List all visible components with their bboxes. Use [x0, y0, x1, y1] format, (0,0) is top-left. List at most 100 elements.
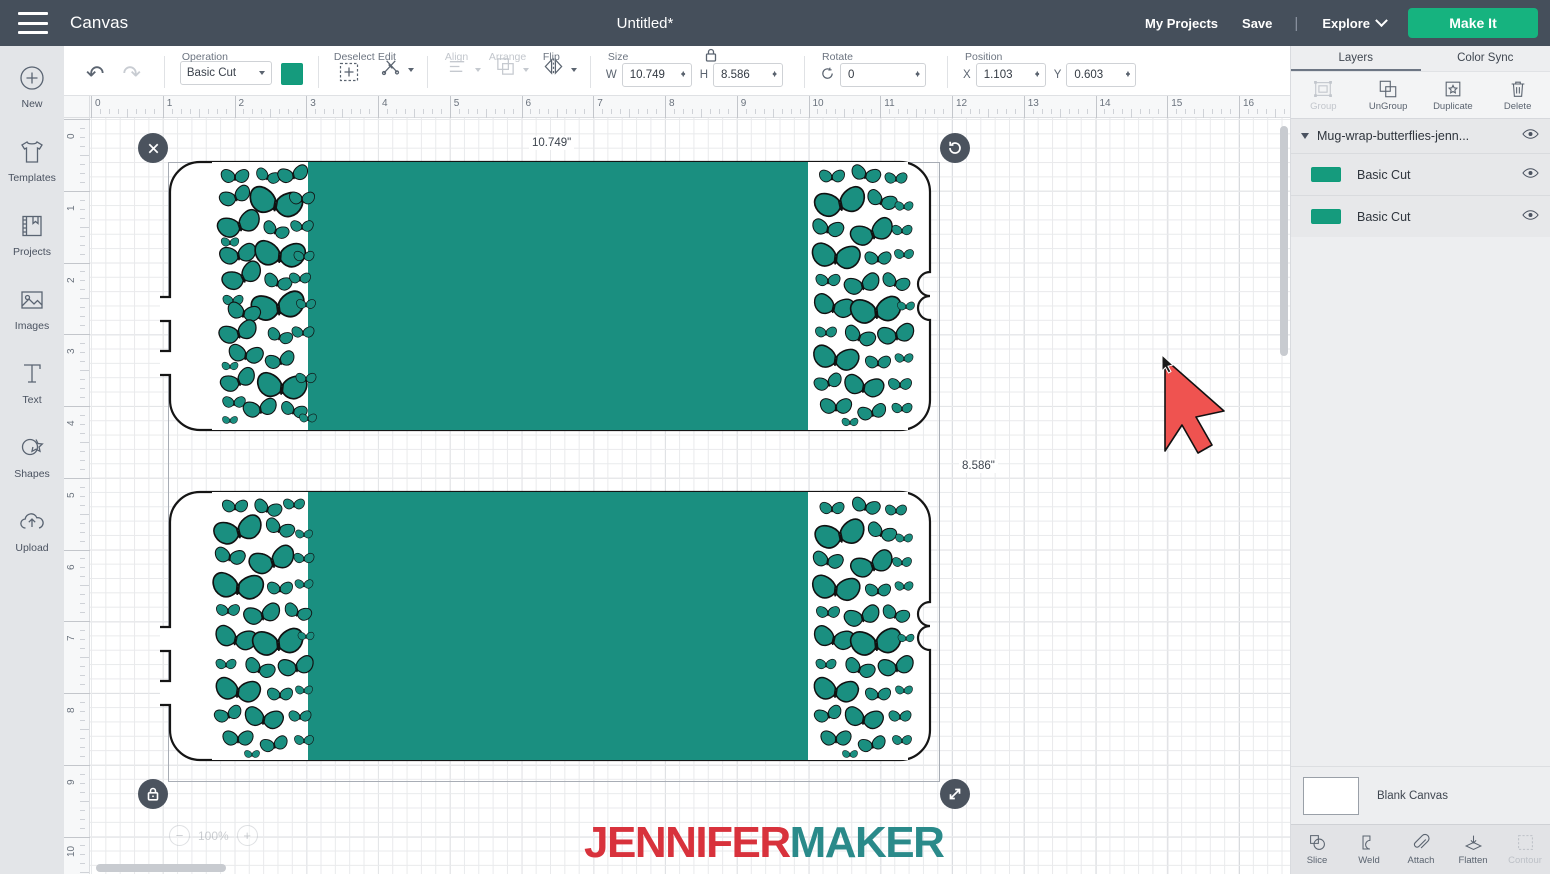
horizontal-scrollbar[interactable]: [96, 864, 226, 872]
vertical-scrollbar[interactable]: [1280, 126, 1288, 356]
delete-button[interactable]: Delete: [1485, 72, 1550, 118]
mug-wrap-artwork[interactable]: [160, 154, 960, 794]
ruler-major-tick: [234, 96, 236, 118]
tab-layers[interactable]: Layers: [1291, 46, 1421, 71]
sidebar-item-upload[interactable]: Upload: [0, 506, 64, 554]
sidebar-item-new[interactable]: New: [0, 62, 64, 110]
x-stepper[interactable]: ▲ ▼: [1034, 70, 1041, 79]
text-icon: [16, 358, 48, 390]
height-value: 8.586: [721, 69, 750, 81]
ruler-minor-tick: [844, 109, 846, 118]
chevron-down-icon[interactable]: [407, 68, 414, 72]
position-label: Position: [965, 51, 1003, 63]
lock-closed-icon[interactable]: [704, 47, 718, 68]
ruler-major-tick: [1239, 96, 1240, 118]
layers-list: Mug-wrap-butterflies-jenn... Basic Cut B…: [1291, 119, 1550, 237]
ruler-tick-label: 10: [66, 845, 77, 857]
left-sidebar: New Templates Projects Images Text Shape…: [0, 46, 64, 874]
operation-color-swatch[interactable]: [280, 63, 303, 85]
height-input[interactable]: 8.586 ▲ ▼: [713, 63, 784, 87]
ruler-minor-tick: [80, 576, 85, 578]
eye-icon[interactable]: [1522, 166, 1540, 184]
ruler-minor-tick: [629, 109, 631, 118]
rotate-stepper[interactable]: ▲ ▼: [914, 70, 921, 79]
attach-button[interactable]: Attach: [1395, 825, 1447, 874]
ruler-minor-tick: [80, 423, 85, 425]
ruler-minor-tick: [80, 809, 85, 811]
weld-icon: [1362, 835, 1370, 850]
ruler-minor-tick: [960, 109, 962, 114]
edit-label: Edit: [377, 51, 396, 63]
layer-row[interactable]: Basic Cut: [1291, 195, 1550, 237]
chevron-down-icon[interactable]: [570, 68, 577, 72]
zoom-in-button[interactable]: +: [236, 825, 258, 846]
tab-color-sync[interactable]: Color Sync: [1421, 46, 1550, 71]
zoom-out-button[interactable]: −: [169, 825, 190, 846]
y-position-input[interactable]: 0.603 ▲ ▼: [1066, 63, 1137, 87]
redo-icon[interactable]: ↷: [122, 63, 140, 85]
resize-selection-handle[interactable]: [940, 779, 970, 809]
ungroup-button[interactable]: UnGroup: [1356, 72, 1421, 118]
ruler-minor-tick: [80, 818, 85, 820]
layer-color-swatch[interactable]: [1311, 209, 1341, 224]
y-stepper[interactable]: ▲ ▼: [1124, 70, 1131, 79]
lock-aspect-handle[interactable]: [138, 779, 168, 809]
eye-icon[interactable]: [1522, 208, 1540, 226]
ruler-minor-tick: [862, 109, 864, 114]
sidebar-item-templates[interactable]: Templates: [0, 136, 64, 184]
ruler-minor-tick: [333, 109, 335, 114]
ruler-minor-tick: [80, 253, 85, 255]
delete-selection-handle[interactable]: [138, 133, 168, 163]
x-position-input[interactable]: 1.103 ▲ ▼: [975, 63, 1046, 87]
zoom-percent-label: 100%: [198, 828, 229, 843]
canvas-label: Canvas: [70, 13, 129, 32]
ruler-minor-tick: [80, 504, 85, 506]
my-projects-link[interactable]: My Projects: [1133, 16, 1230, 31]
ruler-minor-tick: [80, 343, 85, 345]
flatten-button[interactable]: Flatten: [1447, 825, 1499, 874]
layer-group-row[interactable]: Mug-wrap-butterflies-jenn...: [1291, 119, 1550, 153]
ruler-minor-tick: [189, 109, 191, 114]
ruler-minor-tick: [916, 109, 918, 118]
make-it-button[interactable]: Make It: [1408, 8, 1538, 38]
layer-row[interactable]: Basic Cut: [1291, 153, 1550, 195]
chevron-down-icon[interactable]: [1301, 133, 1309, 139]
ruler-tick-label: 3: [66, 348, 77, 355]
explore-machine-selector[interactable]: Explore: [1308, 13, 1396, 31]
sidebar-item-images[interactable]: Images: [0, 284, 64, 332]
zoom-control: − 100% +: [169, 825, 258, 846]
ruler-minor-tick: [80, 459, 85, 461]
ruler-minor-tick: [1122, 109, 1124, 114]
sidebar-item-text[interactable]: Text: [0, 358, 64, 406]
design-canvas[interactable]: 0 1 2 3 4 5 6 7 8 9 10 11 12 13 14 15 16 0 1 2 3 4 5 6 7 8 9 10: [64, 96, 1290, 874]
operation-select[interactable]: Basic Cut: [179, 61, 272, 85]
undo-icon[interactable]: ↶: [86, 63, 104, 85]
duplicate-label: Duplicate: [1433, 100, 1473, 112]
rotate-input[interactable]: 0 ▲ ▼: [840, 63, 927, 87]
duplicate-button[interactable]: Duplicate: [1421, 72, 1486, 118]
weld-button[interactable]: Weld: [1343, 825, 1395, 874]
layer-color-swatch[interactable]: [1311, 167, 1341, 182]
ruler-minor-tick: [80, 648, 85, 650]
ruler-minor-tick: [80, 486, 85, 488]
ruler-tick-label: 15: [1171, 98, 1183, 109]
hamburger-menu-icon[interactable]: [18, 12, 48, 34]
height-stepper[interactable]: ▲ ▼: [771, 70, 778, 79]
eye-icon[interactable]: [1522, 127, 1540, 145]
ruler-minor-tick: [1149, 109, 1151, 114]
width-input[interactable]: 10.749 ▲ ▼: [621, 63, 692, 87]
ruler-minor-tick: [1247, 109, 1249, 114]
width-stepper[interactable]: ▲ ▼: [680, 70, 687, 79]
ungroup-label: UnGroup: [1368, 100, 1408, 112]
ruler-minor-tick: [80, 719, 85, 721]
ruler-minor-tick: [889, 109, 891, 114]
ruler-minor-tick: [386, 109, 388, 114]
slice-button[interactable]: Slice: [1291, 825, 1343, 874]
canvas-thumbnail[interactable]: [1303, 776, 1359, 815]
ruler-minor-tick: [611, 109, 613, 114]
canvas-background-row[interactable]: Blank Canvas: [1291, 766, 1550, 824]
sidebar-item-projects[interactable]: Projects: [0, 210, 64, 258]
sidebar-item-shapes[interactable]: Shapes: [0, 432, 64, 480]
save-button[interactable]: Save: [1230, 16, 1284, 31]
rotate-selection-handle[interactable]: [940, 133, 970, 163]
